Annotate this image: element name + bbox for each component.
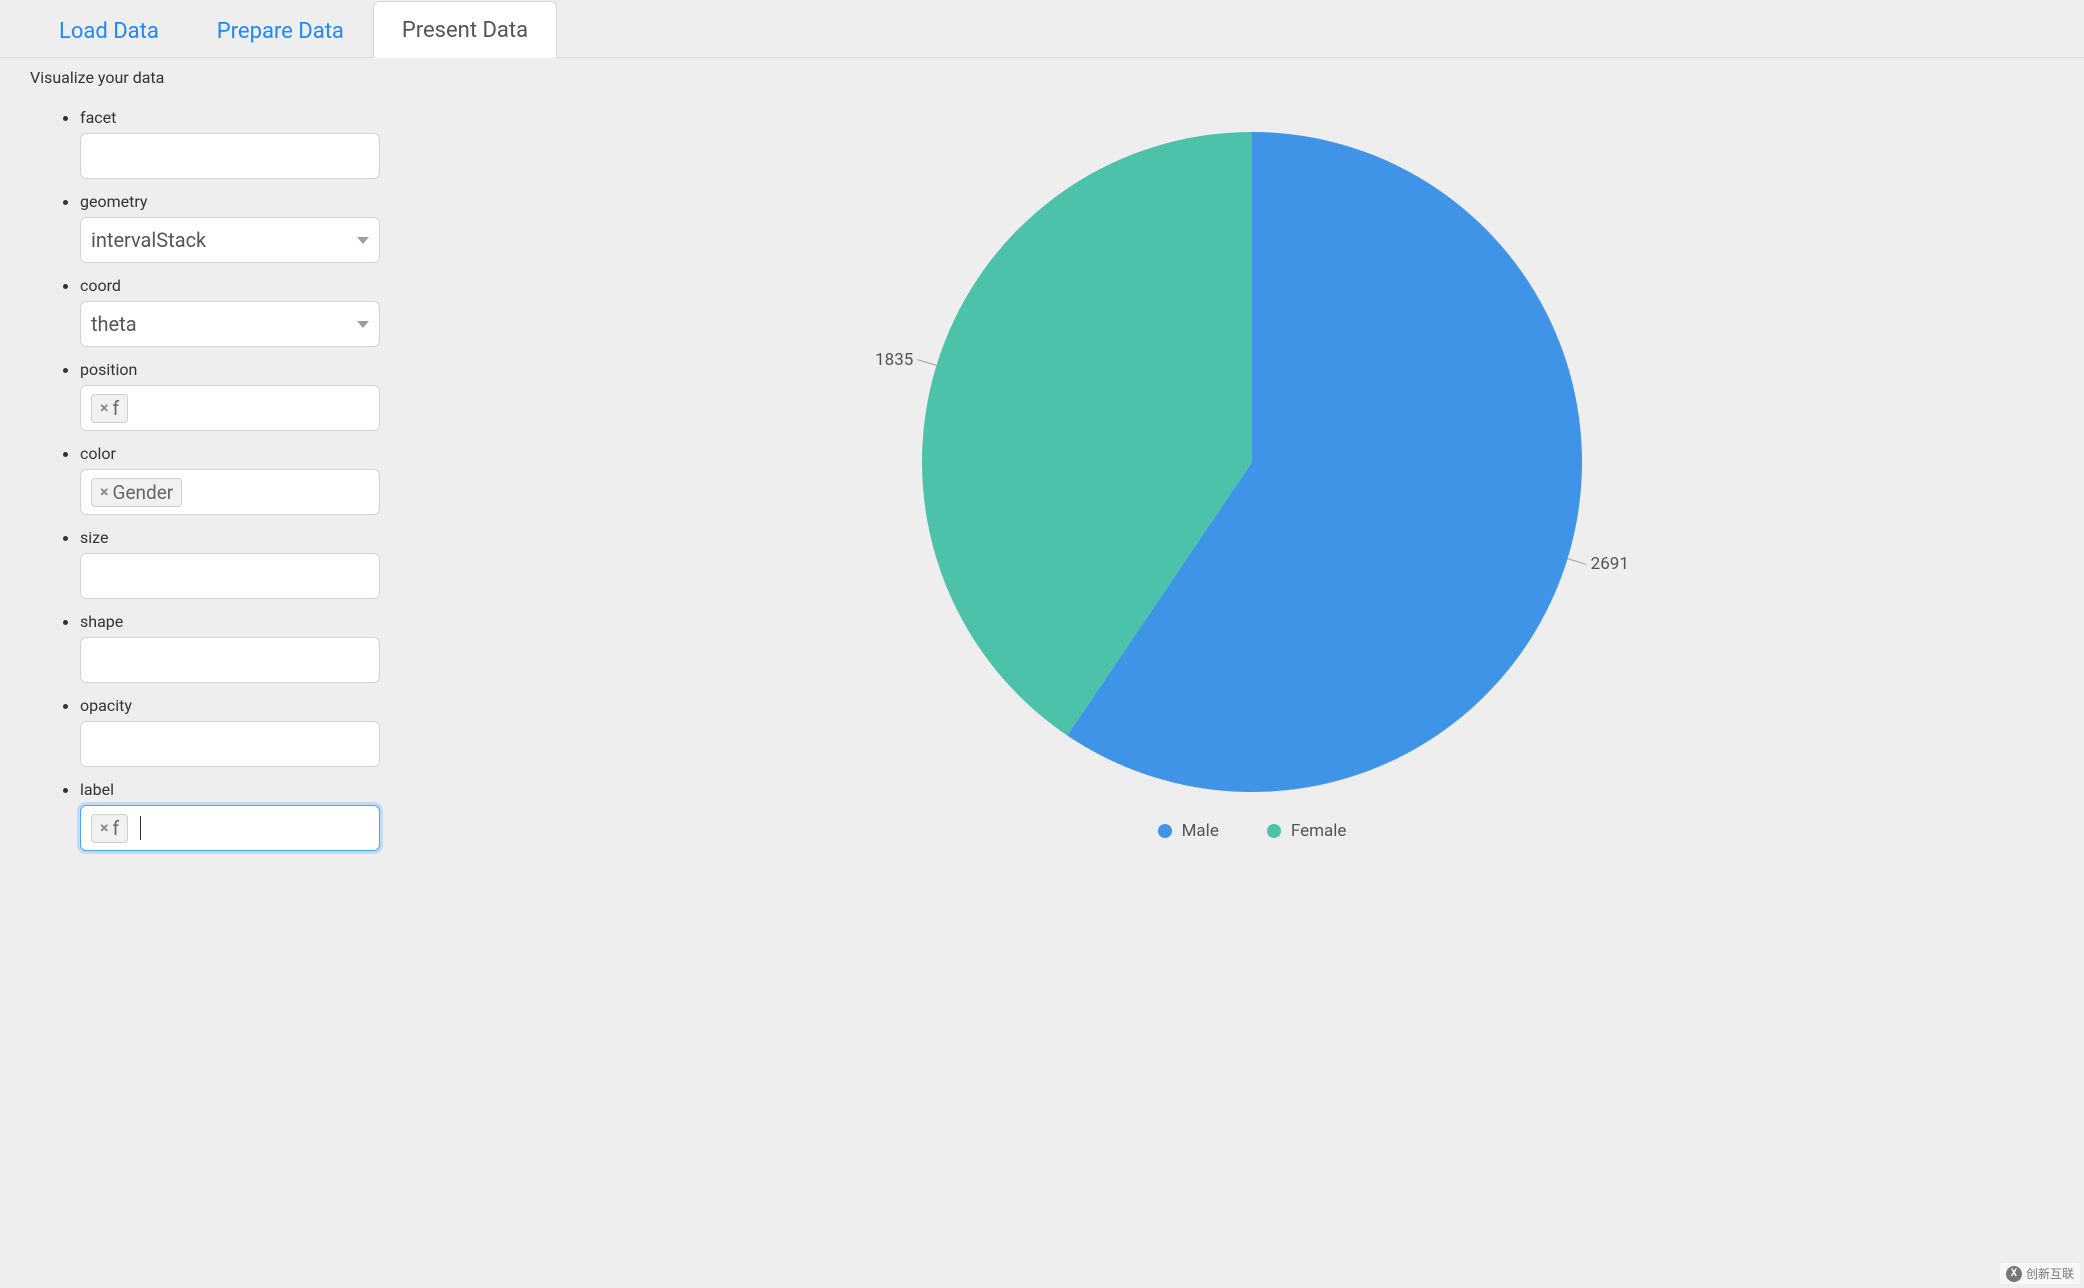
legend-label: Female [1291,821,1347,841]
position-input[interactable]: × f [80,385,380,431]
tag-chip[interactable]: × f [91,394,128,423]
tab-present-data[interactable]: Present Data [373,1,557,58]
opacity-input[interactable] [80,721,380,767]
coord-value: theta [91,312,137,336]
tabs-bar: Load Data Prepare Data Present Data [0,0,2084,58]
color-input[interactable]: × Gender [80,469,380,515]
text-cursor [140,816,141,840]
geometry-value: intervalStack [91,228,206,252]
coord-label: coord [80,276,420,295]
pie-label-female: 1835 [875,350,913,370]
field-size: size [80,527,420,599]
pie-svg [872,117,1632,807]
close-icon[interactable]: × [100,484,109,500]
pie-label-male: 2691 [1591,554,1629,574]
position-label: position [80,360,420,379]
field-color: color × Gender [80,443,420,515]
legend-label: Male [1182,821,1219,841]
field-coord: coord theta [80,275,420,347]
geometry-label: geometry [80,192,420,211]
field-label: label × f [80,779,420,851]
field-position: position × f [80,359,420,431]
field-shape: shape [80,611,420,683]
pie-chart: 2691 1835 [872,117,1632,807]
tag-chip[interactable]: × Gender [91,478,182,507]
tab-load-data[interactable]: Load Data [30,2,188,58]
chevron-down-icon [357,237,369,244]
label-input[interactable]: × f [80,805,380,851]
tag-label: Gender [113,481,174,504]
size-label: size [80,528,420,547]
legend-swatch [1158,824,1172,838]
config-panel: facet geometry intervalStack coord theta… [0,87,420,863]
tag-label: f [113,397,120,420]
size-input[interactable] [80,553,380,599]
legend-item-male[interactable]: Male [1158,821,1219,841]
watermark-text: 创新互联 [2026,1265,2074,1282]
chart-panel: 2691 1835 Male Female [420,87,2084,841]
page-subtitle: Visualize your data [0,58,2084,87]
facet-input[interactable] [80,133,380,179]
field-facet: facet [80,107,420,179]
watermark-icon: X [2006,1266,2022,1282]
chart-legend: Male Female [1158,821,1347,841]
facet-label: facet [80,108,420,127]
geometry-select[interactable]: intervalStack [80,217,380,263]
shape-input[interactable] [80,637,380,683]
tag-chip[interactable]: × f [91,814,128,843]
field-geometry: geometry intervalStack [80,191,420,263]
tab-prepare-data[interactable]: Prepare Data [188,2,373,58]
opacity-label: opacity [80,696,420,715]
color-label: color [80,444,420,463]
coord-select[interactable]: theta [80,301,380,347]
legend-swatch [1267,824,1281,838]
close-icon[interactable]: × [100,400,109,416]
chevron-down-icon [357,321,369,328]
close-icon[interactable]: × [100,820,109,836]
label-label: label [80,780,420,799]
legend-item-female[interactable]: Female [1267,821,1347,841]
field-opacity: opacity [80,695,420,767]
shape-label: shape [80,612,420,631]
watermark: X 创新互联 [2000,1263,2080,1284]
tag-label: f [113,817,120,840]
